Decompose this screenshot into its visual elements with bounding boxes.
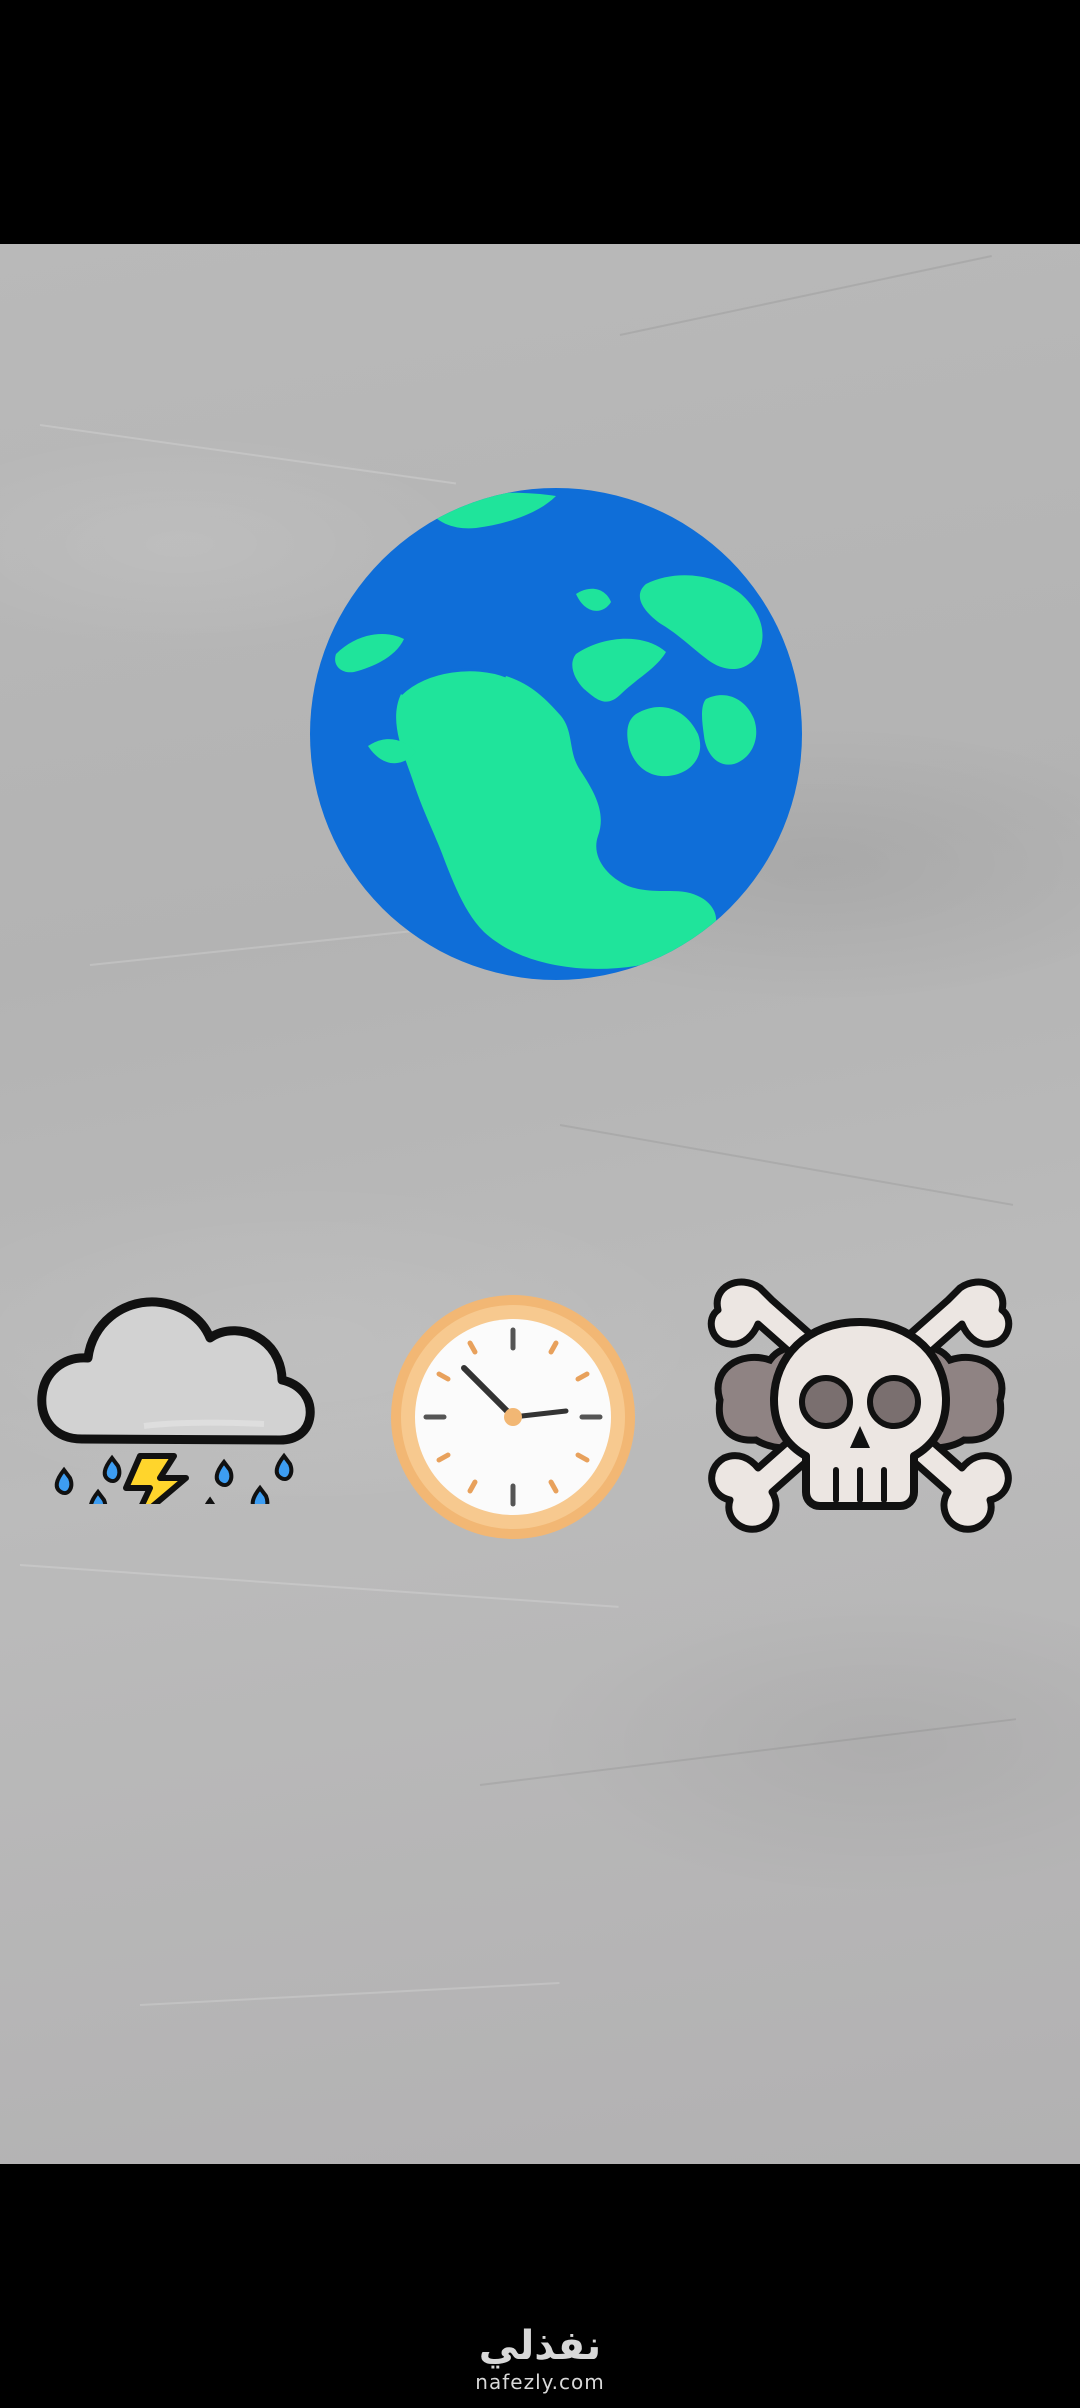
- skull-crossbones-icon: [707, 1278, 1013, 1533]
- paper-crease: [39, 424, 457, 485]
- watermark-latin-text: nafezly.com: [475, 2370, 605, 2394]
- top-black-bar: [0, 0, 1080, 244]
- paper-crease: [19, 1564, 619, 1608]
- screen: نفذلي nafezly.com: [0, 0, 1080, 2408]
- watermark-arabic-text: نفذلي: [478, 2323, 602, 2369]
- globe-icon: [310, 488, 802, 980]
- crumpled-paper-background: [0, 244, 1080, 2164]
- storm-cloud-icon: [37, 1297, 315, 1504]
- paper-crease: [139, 1982, 560, 2006]
- clock-icon: [391, 1295, 635, 1539]
- paper-crease: [619, 255, 992, 336]
- paper-crease: [479, 1718, 1017, 1786]
- nafezly-watermark: نفذلي nafezly.com: [0, 2322, 1080, 2394]
- paper-crease: [559, 1124, 1014, 1206]
